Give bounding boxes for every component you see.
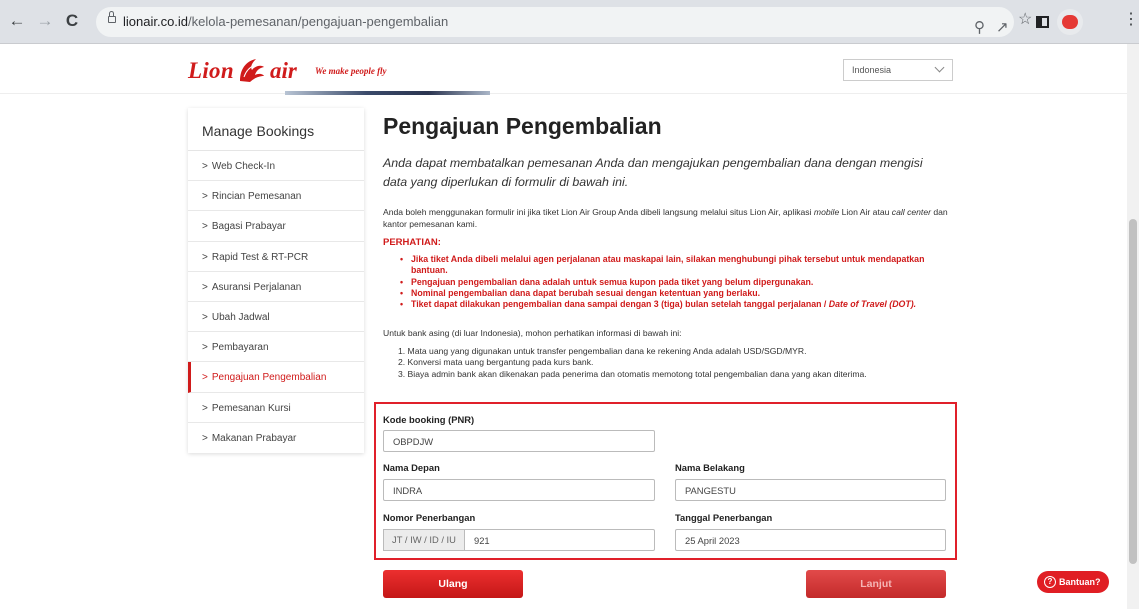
logo-lion-text[interactable]: Lion <box>188 58 234 84</box>
help-button[interactable]: ? Bantuan? <box>1037 571 1109 593</box>
chevron-right-icon: > <box>202 432 208 444</box>
sidebar-item-label: Web Check-In <box>211 161 276 172</box>
pnr-label: Kode booking (PNR) <box>383 414 475 425</box>
sidebar-item-pemesanan-kursi[interactable]: > Pemesanan Kursi <box>188 393 364 423</box>
warning-list: Jika tiket Anda dibeli melalui agen perj… <box>398 254 958 311</box>
chevron-right-icon: > <box>202 311 208 323</box>
help-button-label: Bantuan? <box>1059 577 1101 587</box>
bank-note-item: 1. Mata uang yang digunakan untuk transf… <box>398 346 807 356</box>
lock-icon <box>108 11 116 23</box>
flight-number-prefix: JT / IW / ID / IU <box>383 529 464 551</box>
info-text: Anda boleh menggunakan formulir ini jika… <box>383 207 814 217</box>
first-name-label: Nama Depan <box>383 462 440 473</box>
sidebar-item-asuransi-perjalanan[interactable]: > Asuransi Perjalanan <box>188 272 364 302</box>
forward-arrow-icon[interactable]: → <box>34 10 56 32</box>
bank-notes-list: 1. Mata uang yang digunakan untuk transf… <box>398 346 958 380</box>
flight-date-input[interactable] <box>675 529 946 551</box>
sidebar-item-makanan-prabayar[interactable]: > Makanan Prabayar <box>188 423 364 453</box>
chevron-down-icon <box>934 62 945 73</box>
next-button[interactable]: Lanjut <box>806 570 946 598</box>
chevron-right-icon: > <box>202 342 208 354</box>
chevron-right-icon: > <box>202 191 208 203</box>
bank-note-item: 2. Konversi mata uang bergantung pada ku… <box>398 357 594 368</box>
warning-item: Jika tiket Anda dibeli melalui agen perj… <box>398 254 958 277</box>
sidebar-item-label: Pembayaran <box>211 342 269 354</box>
chevron-right-icon: > <box>202 161 208 172</box>
sidebar-item-label: Ubah Jadwal <box>211 311 270 323</box>
flight-number-label: Nomor Penerbangan <box>383 512 476 523</box>
lion-emblem-icon <box>240 59 264 82</box>
warning-item: Pengajuan pengembalian dana adalah untuk… <box>398 277 958 289</box>
bank-intro: Untuk bank asing (di luar Indonesia), mo… <box>383 328 682 338</box>
url-text: lionair.co.id/kelola-pemesanan/pengajuan… <box>123 14 448 29</box>
sidebar-item-rapid-test[interactable]: > Rapid Test & RT-PCR <box>188 242 364 272</box>
share-icon[interactable]: ↗ <box>996 20 1009 36</box>
country-select-value: Indonesia <box>852 65 892 75</box>
browser-menu-icon[interactable]: ⋮ <box>1123 12 1139 28</box>
flight-date-label: Tanggal Penerbangan <box>675 512 773 523</box>
warning-item: Nominal pengembalian dana dapat berubah … <box>398 288 958 300</box>
info-text-call-center: call center <box>891 207 931 217</box>
last-name-label: Nama Belakang <box>675 462 745 473</box>
manage-bookings-sidebar: Manage Bookings > Web Check-In > Rincian P… <box>188 108 364 453</box>
url-host: lionair.co.id <box>123 14 189 29</box>
chevron-right-icon: > <box>202 251 208 263</box>
reload-icon[interactable]: C <box>61 10 83 32</box>
sidebar-item-label: Pemesanan Kursi <box>211 402 291 414</box>
sidebar-item-label: Rincian Pemesanan <box>211 191 302 203</box>
url-path: /kelola-pemesanan/pengajuan-pengembalian <box>188 14 449 29</box>
warning-item: Tiket dapat dilakukan pengembalian dana … <box>398 299 958 311</box>
side-panel-icon[interactable] <box>1036 16 1049 28</box>
country-select[interactable]: Indonesia <box>843 59 953 81</box>
sidebar-item-pembayaran[interactable]: > Pembayaran <box>188 332 364 363</box>
sidebar-title: Manage Bookings <box>188 108 364 151</box>
sidebar-item-pengajuan-pengembalian[interactable]: > Pengajuan Pengembalian <box>188 362 364 393</box>
warning-item-dot: Date of Travel (DOT). <box>828 299 917 310</box>
warning-item-text: Tiket dapat dilakukan pengembalian dana … <box>411 299 829 310</box>
info-text-mobile: mobile <box>813 207 840 217</box>
lead-paragraph: Anda dapat membatalkan pemesanan Anda da… <box>383 156 923 189</box>
question-icon: ? <box>1044 576 1056 588</box>
info-text: Lion Air atau <box>839 207 892 217</box>
page-scrollbar[interactable] <box>1127 44 1139 609</box>
page-title: Pengajuan Pengembalian <box>383 113 662 139</box>
chevron-right-icon: > <box>202 372 208 384</box>
sidebar-item-label: Asuransi Perjalanan <box>211 281 302 293</box>
warning-title: PERHATIAN: <box>383 237 441 248</box>
sidebar-item-rincian-pemesanan[interactable]: > Rincian Pemesanan <box>188 181 364 212</box>
logo-air-text[interactable]: air <box>270 58 297 84</box>
sidebar-item-label: Makanan Prabayar <box>211 432 297 444</box>
address-bar[interactable]: lionair.co.id/kelola-pemesanan/pengajuan… <box>96 7 1014 37</box>
bookmark-star-icon[interactable]: ☆ <box>1018 12 1032 28</box>
profile-avatar-icon[interactable] <box>1057 9 1083 35</box>
chevron-right-icon: > <box>202 281 208 293</box>
browser-toolbar: ← → C lionair.co.id/kelola-pemesanan/pen… <box>0 0 1139 44</box>
zoom-icon[interactable]: ⚲ <box>974 20 985 36</box>
sidebar-item-bagasi-prabayar[interactable]: > Bagasi Prabayar <box>188 211 364 242</box>
sidebar-item-web-check-in[interactable]: > Web Check-In <box>188 151 364 182</box>
chevron-right-icon: > <box>202 402 208 414</box>
scrollbar-thumb[interactable] <box>1129 219 1137 564</box>
first-name-input[interactable] <box>383 479 655 501</box>
reset-button[interactable]: Ulang <box>383 570 523 598</box>
bank-note-item: 3. Biaya admin bank akan dikenakan pada … <box>398 368 867 379</box>
back-arrow-icon[interactable]: ← <box>6 10 28 32</box>
chevron-right-icon: > <box>202 221 208 233</box>
site-header <box>0 44 1127 94</box>
sidebar-item-label: Rapid Test & RT-PCR <box>211 251 309 263</box>
sidebar-item-label: Pengajuan Pengembalian <box>211 372 327 384</box>
sidebar-item-ubah-jadwal[interactable]: > Ubah Jadwal <box>188 302 364 333</box>
logo-tagline: We make people fly <box>315 66 387 76</box>
last-name-input[interactable] <box>675 479 946 501</box>
flight-number-input[interactable] <box>464 529 655 551</box>
pnr-input[interactable] <box>383 430 655 452</box>
sidebar-item-label: Bagasi Prabayar <box>211 221 286 233</box>
hero-image-strip <box>285 91 490 95</box>
info-paragraph: Anda boleh menggunakan formulir ini jika… <box>383 206 948 230</box>
